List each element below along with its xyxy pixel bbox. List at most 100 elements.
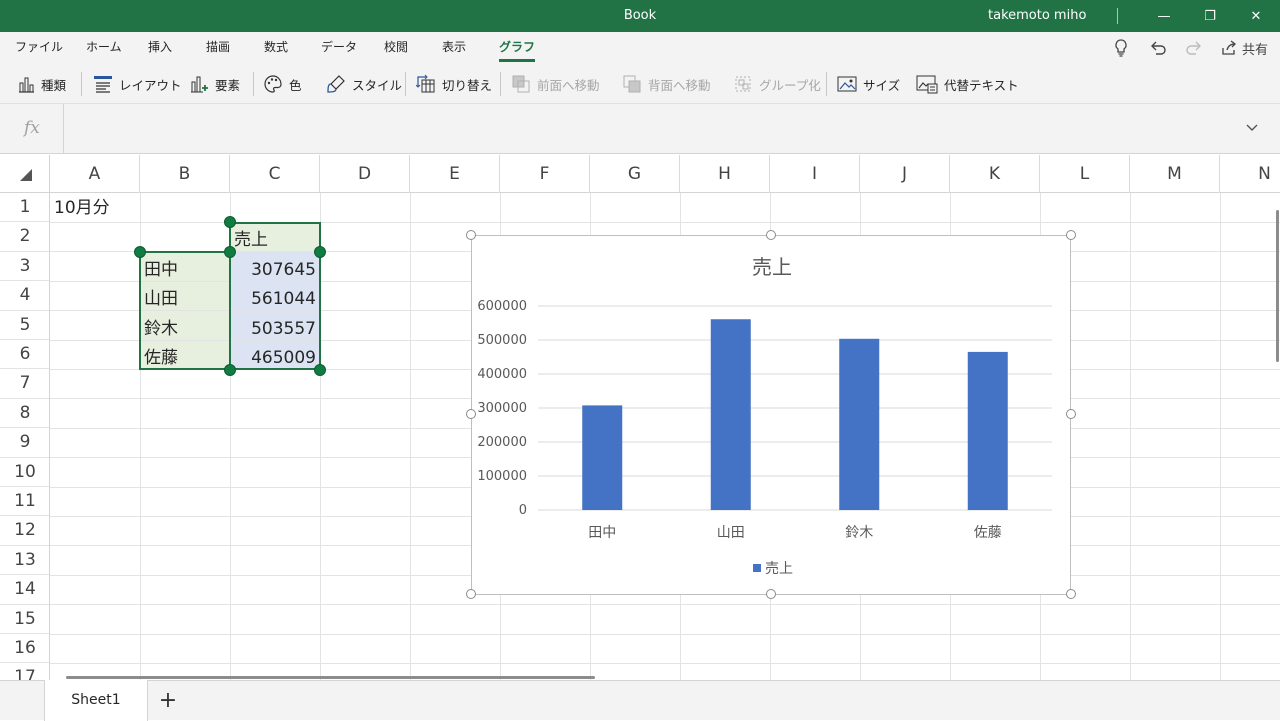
row-header[interactable]: 7 bbox=[0, 369, 49, 399]
tab-formulas[interactable]: 数式 bbox=[264, 32, 288, 64]
row-header[interactable]: 17 bbox=[0, 663, 49, 680]
column-header-j[interactable]: J bbox=[860, 155, 950, 193]
range-handle[interactable] bbox=[314, 246, 326, 258]
row-headers: 1 2 3 4 5 6 7 8 9 10 11 12 13 14 15 16 1… bbox=[0, 193, 50, 680]
color-button[interactable]: 色 bbox=[263, 70, 302, 98]
column-header-a[interactable]: A bbox=[50, 155, 140, 193]
tab-chart[interactable]: グラフ bbox=[499, 32, 536, 64]
chevron-down-icon[interactable] bbox=[1246, 120, 1258, 136]
style-button[interactable]: スタイル bbox=[326, 70, 402, 98]
sheet-tab-sheet1[interactable]: Sheet1 bbox=[44, 680, 148, 721]
tab-review[interactable]: 校閲 bbox=[384, 32, 408, 64]
close-button[interactable]: ✕ bbox=[1233, 0, 1279, 32]
layout-icon bbox=[94, 76, 112, 93]
bring-forward-button[interactable]: 前面へ移動 bbox=[511, 70, 600, 98]
restore-button[interactable]: ❐ bbox=[1187, 0, 1233, 32]
column-header-m[interactable]: M bbox=[1130, 155, 1220, 193]
column-header-l[interactable]: L bbox=[1040, 155, 1130, 193]
chart-title[interactable]: 売上 bbox=[752, 255, 792, 279]
grid-line bbox=[50, 663, 1280, 664]
user-name[interactable]: takemoto miho bbox=[988, 0, 1086, 32]
size-button[interactable]: サイズ bbox=[837, 70, 900, 98]
column-header-d[interactable]: D bbox=[320, 155, 410, 193]
range-handle[interactable] bbox=[224, 216, 236, 228]
send-backward-icon bbox=[623, 75, 641, 93]
layout-button[interactable]: レイアウト bbox=[93, 70, 182, 98]
vertical-scrollbar[interactable] bbox=[1276, 210, 1279, 362]
window-title: Book bbox=[623, 8, 657, 23]
chart-resize-handle[interactable] bbox=[1066, 230, 1076, 240]
send-backward-button[interactable]: 背面へ移動 bbox=[622, 70, 711, 98]
tab-file[interactable]: ファイル bbox=[15, 32, 63, 64]
chart-type-button[interactable]: 種類 bbox=[17, 70, 66, 98]
row-header[interactable]: 8 bbox=[0, 399, 49, 429]
row-header[interactable]: 6 bbox=[0, 340, 49, 370]
series-range-highlight bbox=[229, 222, 321, 370]
column-header-e[interactable]: E bbox=[410, 155, 500, 193]
switch-icon bbox=[416, 74, 435, 93]
row-header[interactable]: 14 bbox=[0, 575, 49, 605]
bar-chart: 売上 0 100000 200000 300000 400000 500000 600000… bbox=[477, 255, 1052, 577]
brush-icon bbox=[327, 75, 345, 93]
tab-insert[interactable]: 挿入 bbox=[148, 32, 172, 64]
add-sheet-button[interactable]: + bbox=[156, 687, 180, 715]
column-header-n[interactable]: N bbox=[1220, 155, 1280, 193]
select-all-corner[interactable] bbox=[0, 155, 50, 193]
chart-resize-handle[interactable] bbox=[1066, 589, 1076, 599]
undo-icon[interactable] bbox=[1149, 36, 1167, 60]
range-handle[interactable] bbox=[224, 246, 236, 258]
chart-resize-handle[interactable] bbox=[1066, 409, 1076, 419]
group-button[interactable]: グループ化 bbox=[733, 70, 821, 98]
formula-input[interactable] bbox=[72, 104, 1232, 154]
legend-label[interactable]: 売上 bbox=[765, 561, 793, 577]
chart-resize-handle[interactable] bbox=[466, 589, 476, 599]
minimize-button[interactable]: — bbox=[1141, 0, 1187, 32]
y-tick-label: 200000 bbox=[477, 435, 527, 450]
row-header[interactable]: 5 bbox=[0, 311, 49, 340]
cell-a1[interactable]: 10月分 bbox=[50, 193, 230, 222]
column-header-f[interactable]: F bbox=[500, 155, 590, 193]
tab-home[interactable]: ホーム bbox=[86, 32, 122, 64]
row-header[interactable]: 11 bbox=[0, 487, 49, 517]
horizontal-scrollbar[interactable] bbox=[66, 676, 595, 679]
y-tick-label: 0 bbox=[519, 503, 527, 518]
lightbulb-icon[interactable] bbox=[1113, 36, 1129, 60]
chart-resize-handle[interactable] bbox=[766, 589, 776, 599]
range-handle[interactable] bbox=[224, 364, 236, 376]
switch-row-column-button[interactable]: 切り替え bbox=[416, 70, 492, 98]
share-icon bbox=[1222, 40, 1236, 55]
alt-text-button[interactable]: 代替テキスト bbox=[916, 70, 1019, 98]
share-button[interactable]: 共有 bbox=[1221, 36, 1268, 60]
column-header-k[interactable]: K bbox=[950, 155, 1040, 193]
column-header-i[interactable]: I bbox=[770, 155, 860, 193]
row-header[interactable]: 2 bbox=[0, 222, 49, 252]
chart-object[interactable]: 売上 0 100000 200000 300000 400000 500000 600000… bbox=[471, 235, 1071, 595]
row-header[interactable]: 4 bbox=[0, 281, 49, 311]
row-header[interactable]: 13 bbox=[0, 546, 49, 576]
row-header[interactable]: 3 bbox=[0, 252, 49, 282]
group-icon bbox=[735, 76, 751, 92]
tab-draw[interactable]: 描画 bbox=[206, 32, 230, 64]
chart-resize-handle[interactable] bbox=[466, 409, 476, 419]
row-header[interactable]: 12 bbox=[0, 516, 49, 546]
row-header[interactable]: 15 bbox=[0, 605, 49, 634]
row-header[interactable]: 16 bbox=[0, 634, 49, 664]
column-header-h[interactable]: H bbox=[680, 155, 770, 193]
tab-view[interactable]: 表示 bbox=[442, 32, 466, 64]
redo-icon[interactable] bbox=[1185, 36, 1203, 60]
row-header[interactable]: 1 bbox=[0, 193, 49, 223]
x-tick-label: 鈴木 bbox=[845, 525, 873, 541]
row-header[interactable]: 9 bbox=[0, 428, 49, 458]
chart-resize-handle[interactable] bbox=[466, 230, 476, 240]
tab-data[interactable]: データ bbox=[321, 32, 357, 64]
formula-divider bbox=[63, 104, 64, 154]
grid-line bbox=[1220, 193, 1221, 680]
elements-button[interactable]: 要素 bbox=[189, 70, 240, 98]
column-header-g[interactable]: G bbox=[590, 155, 680, 193]
column-header-c[interactable]: C bbox=[230, 155, 320, 193]
row-header[interactable]: 10 bbox=[0, 458, 49, 487]
chart-resize-handle[interactable] bbox=[766, 230, 776, 240]
range-handle[interactable] bbox=[134, 246, 146, 258]
column-header-b[interactable]: B bbox=[140, 155, 230, 193]
range-handle[interactable] bbox=[314, 364, 326, 376]
